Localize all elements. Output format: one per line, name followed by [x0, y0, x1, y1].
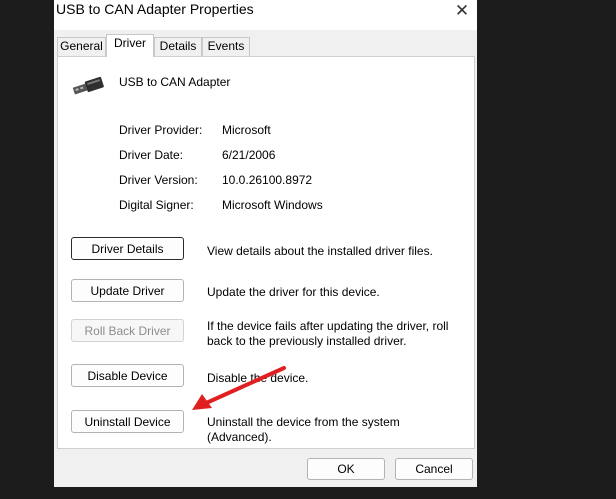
roll-back-driver-button: Roll Back Driver — [71, 319, 184, 342]
driver-details-button[interactable]: Driver Details — [71, 237, 184, 260]
driver-date-label: Driver Date: — [119, 148, 184, 162]
digital-signer-label: Digital Signer: — [119, 198, 194, 212]
driver-provider-value: Microsoft — [222, 123, 271, 137]
uninstall-device-button[interactable]: Uninstall Device — [71, 410, 184, 433]
update-driver-description: Update the driver for this device. — [207, 285, 380, 299]
close-icon[interactable]: ✕ — [447, 0, 477, 22]
update-driver-button[interactable]: Update Driver — [71, 279, 184, 302]
driver-date-value: 6/21/2006 — [222, 148, 276, 162]
tab-driver[interactable]: Driver — [106, 34, 154, 57]
title-bar: USB to CAN Adapter Properties ✕ — [54, 0, 477, 30]
driver-version-label: Driver Version: — [119, 173, 198, 187]
driver-version-value: 10.0.26100.8972 — [222, 173, 313, 187]
red-arrow-annotation — [192, 366, 286, 410]
cancel-button[interactable]: Cancel — [395, 458, 473, 480]
driver-details-description: View details about the installed driver … — [207, 244, 433, 258]
disable-device-button[interactable]: Disable Device — [71, 364, 184, 387]
tab-events[interactable]: Events — [202, 37, 250, 56]
window-title: USB to CAN Adapter Properties — [56, 1, 254, 17]
tab-general[interactable]: General — [57, 37, 106, 56]
roll-back-driver-description: If the device fails after updating the d… — [207, 319, 449, 348]
ok-button[interactable]: OK — [307, 458, 385, 480]
uninstall-device-description: Uninstall the device from the system (Ad… — [207, 415, 400, 444]
device-name: USB to CAN Adapter — [119, 75, 231, 89]
tab-details[interactable]: Details — [154, 37, 202, 56]
digital-signer-value: Microsoft Windows — [222, 198, 323, 212]
driver-provider-label: Driver Provider: — [119, 123, 203, 137]
tab-strip: General Driver Details Events — [54, 34, 477, 57]
usb-plug-icon — [72, 76, 104, 95]
